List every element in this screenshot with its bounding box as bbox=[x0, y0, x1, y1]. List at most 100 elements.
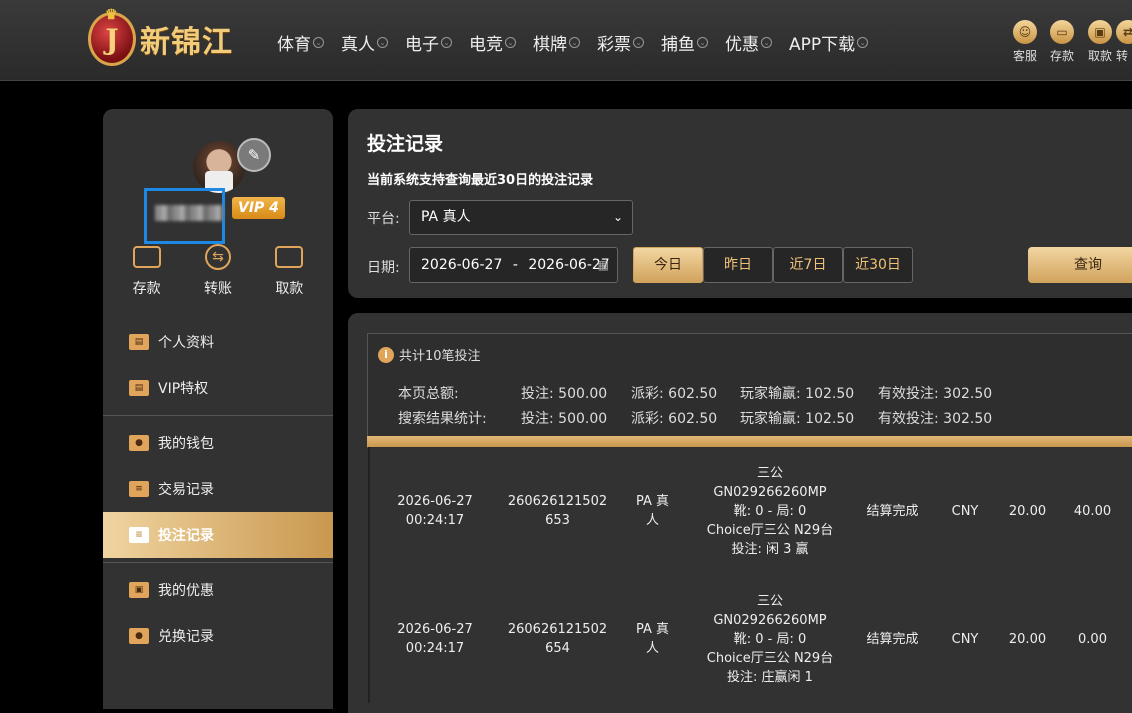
vip-card-icon: ▤ bbox=[129, 380, 149, 396]
logo-badge: ♛ J bbox=[88, 7, 136, 66]
edit-profile-button[interactable]: ✎ bbox=[237, 138, 271, 172]
quick-label: 取款 bbox=[1087, 49, 1112, 63]
cell-status: 结算完成 bbox=[866, 631, 919, 647]
info-icon: i bbox=[378, 346, 394, 363]
range-7days-button[interactable]: 近7日 bbox=[773, 247, 843, 283]
nav-item-chess[interactable]: 棋牌 ⌄ bbox=[533, 30, 580, 55]
cell-currency: CNY bbox=[951, 503, 979, 519]
range-30days-button[interactable]: 近30日 bbox=[843, 247, 913, 283]
bet-summary: i 共计10笔投注 本页总额: 投注: 500.00 派彩: 602.50 玩家… bbox=[367, 333, 1132, 448]
nav-item-esports[interactable]: 电竞 ⌄ bbox=[469, 30, 516, 55]
menu-label: 个人资料 bbox=[158, 335, 214, 351]
chevron-down-icon: ⌄ bbox=[697, 37, 708, 48]
cell-currency: CNY bbox=[951, 631, 979, 647]
nav-item-lottery[interactable]: 彩票 ⌄ bbox=[597, 30, 644, 55]
menu-item-transactions[interactable]: ≡ 交易记录 bbox=[103, 466, 333, 512]
bet-records-table: 2026-06-27 00:24:17 260626121502 653 PA 真人… bbox=[368, 447, 1132, 703]
vip-badge: VIP 4 bbox=[232, 197, 285, 219]
cell-game-detail: 三公 GN029266260MP 靴: 0 - 局: 0 Choice厅三公 N29台… bbox=[706, 593, 834, 685]
menu-label: 交易记录 bbox=[158, 482, 214, 498]
wallet-icon bbox=[132, 244, 162, 270]
nav-label: 真人 bbox=[341, 35, 375, 55]
main-nav: 体育 ⌄ 真人 ⌄ 电子 ⌄ 电竞 ⌄ 棋牌 ⌄ 彩票 ⌄ 捕鱼 ⌄ 优惠 ⌄ APP下载 ⌄ bbox=[277, 30, 885, 55]
quick-deposit[interactable]: ▭ 存款 bbox=[1042, 20, 1082, 64]
deposit-icon: ▭ bbox=[1050, 20, 1074, 44]
withdraw-button[interactable]: 取款 bbox=[259, 244, 319, 298]
piggy-bank-icon: ● bbox=[129, 435, 149, 451]
cell-platform: PA 真人 bbox=[635, 622, 670, 656]
quick-withdraw[interactable]: ▣ 取款 bbox=[1080, 20, 1120, 64]
quick-transfer[interactable]: ⇄ 转 bbox=[1116, 20, 1132, 64]
summary-label: 搜索结果统计: bbox=[398, 411, 487, 427]
nav-label: 优惠 bbox=[725, 35, 759, 55]
quick-customer-service[interactable]: ☺ 客服 bbox=[1005, 20, 1045, 64]
menu-item-vip[interactable]: ▤ VIP特权 bbox=[103, 365, 333, 411]
platform-select[interactable]: PA 真人 ⌄ bbox=[409, 200, 633, 235]
deposit-button[interactable]: 存款 bbox=[117, 244, 177, 298]
menu-item-profile[interactable]: ▤ 个人资料 bbox=[103, 319, 333, 365]
chevron-down-icon: ⌄ bbox=[633, 37, 644, 48]
menu-label: VIP特权 bbox=[158, 381, 209, 397]
chevron-down-icon: ⌄ bbox=[761, 37, 772, 48]
nav-item-live[interactable]: 真人 ⌄ bbox=[341, 30, 388, 55]
range-today-button[interactable]: 今日 bbox=[633, 247, 703, 283]
nav-label: 电竞 bbox=[469, 35, 503, 55]
nav-item-sports[interactable]: 体育 ⌄ bbox=[277, 30, 324, 55]
menu-label: 兑换记录 bbox=[158, 629, 214, 645]
menu-item-bet-records[interactable]: ≡ 投注记录 bbox=[103, 512, 333, 558]
calendar-icon: ▦ bbox=[597, 258, 609, 272]
quick-label: 客服 bbox=[1012, 49, 1037, 63]
withdraw-icon: ▣ bbox=[1088, 20, 1112, 44]
summary-valid-bet: 有效投注: 302.50 bbox=[878, 386, 993, 402]
wallet-action-label: 取款 bbox=[275, 281, 304, 297]
quick-label: 存款 bbox=[1049, 49, 1074, 63]
date-separator: - bbox=[512, 257, 518, 273]
nav-label: APP下载 bbox=[789, 35, 856, 55]
chevron-down-icon: ⌄ bbox=[377, 37, 388, 48]
coin-bag-icon: ● bbox=[129, 628, 149, 644]
date-range-picker[interactable]: 2026-06-27 - 2026-06-27 ▦ bbox=[409, 247, 618, 283]
cell-bet-amount: 20.00 bbox=[1008, 631, 1047, 647]
brand-name: 新锦江 bbox=[140, 25, 233, 60]
date-start: 2026-06-27 bbox=[421, 257, 503, 273]
nav-item-slots[interactable]: 电子 ⌄ bbox=[405, 30, 452, 55]
bet-count: i 共计10笔投注 bbox=[378, 345, 481, 364]
nav-label: 捕鱼 bbox=[661, 35, 695, 55]
summary-valid-bet: 有效投注: 302.50 bbox=[878, 411, 993, 427]
transfer-button[interactable]: ⇆ 转账 bbox=[188, 244, 248, 298]
logo-letter: J bbox=[105, 22, 119, 56]
nav-label: 彩票 bbox=[597, 35, 631, 55]
nav-item-promotions[interactable]: 优惠 ⌄ bbox=[725, 30, 772, 55]
cell-order-id: 260626121502 653 bbox=[507, 494, 608, 528]
search-button[interactable]: 查询 bbox=[1028, 247, 1132, 283]
list-icon: ≡ bbox=[129, 481, 149, 497]
nav-item-app-download[interactable]: APP下载 ⌄ bbox=[789, 30, 869, 55]
menu-item-my-promotions[interactable]: ▣ 我的优惠 bbox=[103, 567, 333, 613]
card-icon bbox=[274, 244, 304, 270]
nav-label: 棋牌 bbox=[533, 35, 567, 55]
cell-bet-amount: 20.00 bbox=[1008, 503, 1047, 519]
transfer-icon: ⇄ bbox=[1116, 20, 1132, 44]
chevron-down-icon: ⌄ bbox=[612, 210, 623, 224]
chevron-down-icon: ⌄ bbox=[857, 37, 869, 48]
table-row: 2026-06-27 00:24:17 260626121502 653 PA 真人… bbox=[370, 447, 1132, 575]
cell-status: 结算完成 bbox=[866, 503, 919, 519]
bet-count-text: 共计10笔投注 bbox=[399, 349, 481, 364]
date-label: 日期: bbox=[367, 260, 400, 276]
gift-icon: ▣ bbox=[129, 582, 149, 598]
menu-item-redeem-records[interactable]: ● 兑换记录 bbox=[103, 613, 333, 659]
menu-item-wallet[interactable]: ● 我的钱包 bbox=[103, 420, 333, 466]
summary-bet: 投注: 500.00 bbox=[521, 411, 608, 427]
account-sidebar: ✎ VIP 4 存款 ⇆ 转账 取款 ▤ 个人资料 ▤ VIP特权 ● 我的钱包 ≡ 交… bbox=[103, 109, 333, 709]
logo[interactable]: ♛ J 新锦江 bbox=[88, 7, 233, 66]
account-menu: ▤ 个人资料 ▤ VIP特权 ● 我的钱包 ≡ 交易记录 ≡ 投注记录 ▣ 我的优惠 ● 兑换… bbox=[103, 319, 333, 659]
nav-item-fishing[interactable]: 捕鱼 ⌄ bbox=[661, 30, 708, 55]
summary-label: 本页总额: bbox=[398, 386, 459, 402]
table-header-bar bbox=[367, 436, 1132, 447]
menu-label: 投注记录 bbox=[158, 528, 214, 544]
cell-order-id: 260626121502 654 bbox=[507, 622, 608, 656]
range-yesterday-button[interactable]: 昨日 bbox=[703, 247, 773, 283]
crown-icon: ♛ bbox=[105, 7, 118, 23]
id-card-icon: ▤ bbox=[129, 334, 149, 350]
bet-results-panel: i 共计10笔投注 本页总额: 投注: 500.00 派彩: 602.50 玩家… bbox=[348, 313, 1132, 713]
